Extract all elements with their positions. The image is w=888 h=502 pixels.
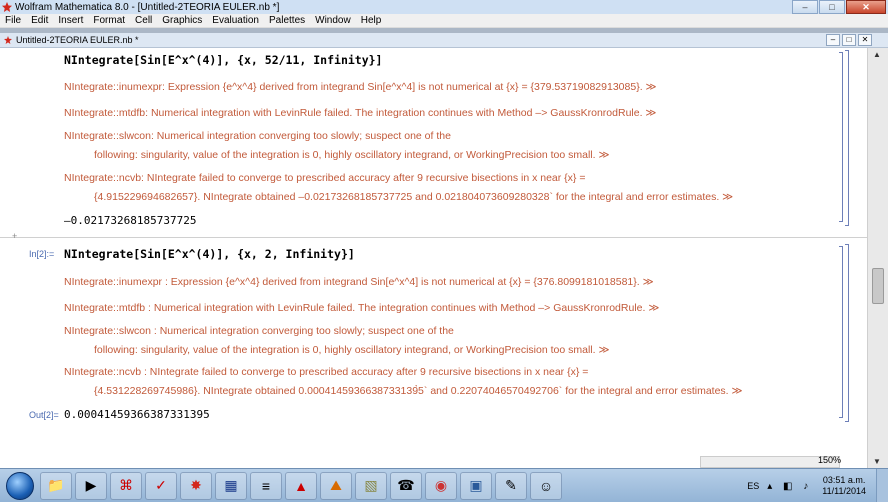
message-slwcon-2: NIntegrate::slwcon : Numerical integrati…	[64, 325, 454, 337]
cell-separator	[0, 237, 867, 238]
language-indicator[interactable]: ES	[747, 481, 759, 491]
input-label: In[2]:=	[29, 249, 55, 259]
message-slwcon-1: NIntegrate::slwcon: Numerical integratio…	[64, 130, 451, 142]
phone-icon[interactable]: ☎	[390, 471, 422, 500]
menu-bar: File Edit Insert Format Cell Graphics Ev…	[0, 14, 888, 28]
clock-date: 11/11/2014	[822, 486, 866, 496]
matlab-icon[interactable]: ⛰	[320, 471, 352, 500]
message-mtdfb-1: NIntegrate::mtdfb: Numerical integration…	[64, 107, 657, 119]
window-titlebar: Wolfram Mathematica 8.0 - [Untitled-2TEO…	[0, 0, 888, 14]
cell-input-1[interactable]: NIntegrate[Sin[E^x^(4)], {x, 52/11, Infi…	[64, 53, 383, 67]
document-titlebar: Untitled-2TEORIA EULER.nb * – □ ✕	[0, 33, 888, 48]
message-slwcon-2-cont: following: singularity, value of the int…	[94, 344, 610, 356]
window-title: Wolfram Mathematica 8.0 - [Untitled-2TEO…	[15, 1, 280, 13]
message-ncvb-1: NIntegrate::ncvb: NIntegrate failed to c…	[64, 172, 586, 184]
message-slwcon-1-cont: following: singularity, value of the int…	[94, 149, 610, 161]
cell-output-2[interactable]: 0.00041459366387331395	[64, 408, 210, 421]
menu-edit[interactable]: Edit	[26, 15, 53, 26]
group-bracket-2[interactable]	[845, 244, 849, 422]
message-inumexpr-1: NIntegrate::inumexpr: Expression {e^x^4}…	[64, 81, 657, 93]
menu-format[interactable]: Format	[88, 15, 130, 26]
scroll-thumb[interactable]	[872, 268, 884, 304]
menu-graphics[interactable]: Graphics	[157, 15, 207, 26]
maximize-button[interactable]: □	[819, 0, 845, 14]
cell-bracket-2[interactable]	[839, 246, 843, 418]
menu-help[interactable]: Help	[356, 15, 387, 26]
group-bracket-1[interactable]	[845, 50, 849, 226]
document-icon[interactable]: ≡	[250, 471, 282, 500]
show-desktop-button[interactable]	[876, 469, 888, 502]
taskbar: 📁 ▶ ⌘ ✓ ✸ ▦ ≡ ▲ ⛰ ▧ ☎ ◉ ▣ ✎ ☺ ES ▴ ◧ ♪ 0…	[0, 468, 888, 502]
system-tray: ES ▴ ◧ ♪ 03:51 a.m. 11/11/2014	[747, 469, 888, 502]
notebook-icon	[4, 36, 12, 44]
brush-icon[interactable]: ✎	[495, 471, 527, 500]
star-icon[interactable]: ✸	[180, 471, 212, 500]
document-controls: – □ ✕	[824, 34, 872, 46]
acrobat-icon[interactable]: ⌘	[110, 471, 142, 500]
clock[interactable]: 03:51 a.m. 11/11/2014	[822, 475, 866, 497]
menu-cell[interactable]: Cell	[130, 15, 157, 26]
cone-icon[interactable]: ▲	[285, 471, 317, 500]
message-ncvb-1-cont: {4.915229694682657}. NIntegrate obtained…	[94, 191, 734, 203]
start-button[interactable]	[6, 471, 34, 500]
menu-file[interactable]: File	[0, 15, 26, 26]
vertical-scrollbar[interactable]: ▲ ▼	[867, 48, 888, 468]
menu-palettes[interactable]: Palettes	[264, 15, 310, 26]
zoom-level[interactable]: 150%	[818, 455, 841, 465]
cell-bracket-1[interactable]	[839, 52, 843, 222]
cell-insertion-plus-icon[interactable]: +	[12, 231, 17, 241]
window-controls: – □ ✕	[791, 0, 886, 14]
cell-output-1[interactable]: –0.02173268185737725	[64, 214, 196, 227]
workspace: Untitled-2TEORIA EULER.nb * – □ ✕ NInteg…	[0, 28, 888, 468]
cell-input-2[interactable]: NIntegrate[Sin[E^x^(4)], {x, 2, Infinity…	[64, 247, 355, 261]
menu-window[interactable]: Window	[310, 15, 356, 26]
close-button[interactable]: ✕	[846, 0, 886, 14]
message-ncvb-2-cont: {4.531228269745986}. NIntegrate obtained…	[94, 385, 743, 397]
doc-close-button[interactable]: ✕	[858, 34, 872, 46]
menu-insert[interactable]: Insert	[53, 15, 88, 26]
scroll-up-icon[interactable]: ▲	[873, 50, 881, 59]
tray-icons[interactable]: ▴ ◧ ♪	[767, 481, 812, 492]
mathematica-icon[interactable]: ✓	[145, 471, 177, 500]
game-icon[interactable]: ☺	[530, 471, 562, 500]
minimize-button[interactable]: –	[792, 0, 818, 14]
message-ncvb-2: NIntegrate::ncvb : NIntegrate failed to …	[64, 366, 589, 378]
calendar-icon[interactable]: ▦	[215, 471, 247, 500]
clock-time: 03:51 a.m.	[822, 475, 866, 485]
mathematica-app-icon	[2, 2, 12, 12]
media-icon[interactable]: ▶	[75, 471, 107, 500]
doc-minimize-button[interactable]: –	[826, 34, 840, 46]
message-mtdfb-2: NIntegrate::mtdfb : Numerical integratio…	[64, 302, 660, 314]
folder-icon[interactable]: 📁	[40, 471, 72, 500]
scroll-down-icon[interactable]: ▼	[873, 457, 881, 466]
firefox-icon[interactable]: ◉	[425, 471, 457, 500]
doc-restore-button[interactable]: □	[842, 34, 856, 46]
image-icon[interactable]: ▧	[355, 471, 387, 500]
notebook-area[interactable]: NIntegrate[Sin[E^x^(4)], {x, 52/11, Infi…	[0, 48, 867, 468]
output-label: Out[2]=	[29, 410, 59, 420]
document-title: Untitled-2TEORIA EULER.nb *	[16, 35, 139, 45]
menu-evaluation[interactable]: Evaluation	[207, 15, 264, 26]
message-inumexpr-2: NIntegrate::inumexpr : Expression {e^x^4…	[64, 276, 654, 288]
window-icon[interactable]: ▣	[460, 471, 492, 500]
